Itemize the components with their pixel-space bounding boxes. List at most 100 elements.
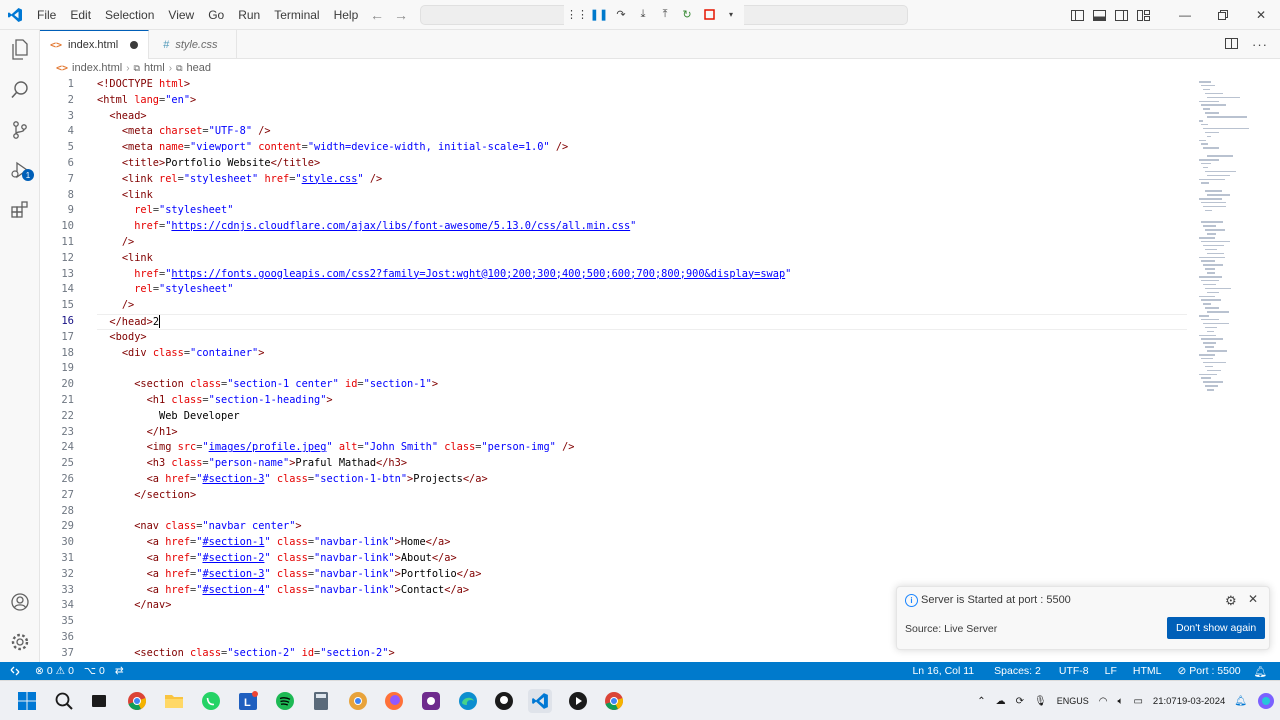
clock[interactable]: 21:07 19-03-2024 — [1148, 695, 1229, 708]
explorer-icon[interactable] — [0, 30, 40, 70]
input-language[interactable]: ENG US — [1052, 696, 1094, 707]
notifications-bell-icon[interactable]: 🔔︎ — [1249, 665, 1272, 678]
live-server-port[interactable]: ⊘ Port : 5500 — [1169, 665, 1248, 677]
code-editor[interactable]: 1 2 3 4 5 6 7 8 9 10 11 12 13 14 15 16 17 18 19 20 21 22 23 24 2… — [40, 77, 1280, 662]
search-icon[interactable] — [52, 689, 76, 713]
step-over-icon[interactable]: ↷ — [612, 5, 630, 23]
line-number: 16 — [61, 314, 74, 327]
restore-icon[interactable] — [1204, 0, 1242, 30]
battery-icon[interactable]: ▭ — [1128, 696, 1147, 707]
chevron-down-icon[interactable]: ▾ — [722, 5, 740, 23]
spotify-icon[interactable] — [273, 689, 297, 713]
notification-center-icon[interactable]: 🔔︎ — [1229, 696, 1252, 707]
edge-icon[interactable] — [456, 689, 480, 713]
menu-go[interactable]: Go — [201, 0, 231, 30]
split-editor-icon[interactable] — [1225, 37, 1238, 52]
chrome-icon[interactable] — [125, 689, 149, 713]
code-content[interactable]: <!DOCTYPE html> <html lang="en"> <head> … — [97, 77, 1197, 661]
copilot-icon[interactable] — [1252, 692, 1280, 710]
task-view-icon[interactable] — [87, 689, 111, 713]
breadcrumb-html[interactable]: html — [144, 62, 165, 74]
wifi-icon[interactable]: ◠ — [1094, 696, 1113, 707]
whatsapp-icon[interactable] — [199, 689, 223, 713]
minimap-line — [1201, 260, 1216, 262]
drag-handle-icon[interactable]: ⋮⋮ — [566, 5, 588, 23]
menu-help[interactable]: Help — [327, 0, 366, 30]
text-cursor — [159, 315, 161, 329]
back-arrow-icon[interactable]: ← — [370, 7, 384, 23]
minimap-line — [1207, 135, 1211, 138]
css-file-icon: # — [163, 38, 170, 51]
breadcrumb-file[interactable]: index.html — [72, 62, 122, 74]
ports-indicator[interactable]: ⌥ 0 — [79, 665, 110, 677]
more-actions-icon[interactable]: ··· — [1252, 37, 1268, 52]
search-icon[interactable] — [0, 70, 40, 110]
dont-show-again-button[interactable]: Don't show again — [1167, 617, 1266, 639]
close-icon[interactable]: ✕ — [1248, 592, 1258, 606]
notification-gear-icon[interactable]: ⚙ — [1225, 593, 1237, 609]
accounts-icon[interactable] — [0, 582, 40, 622]
minimap-line — [1205, 112, 1220, 114]
calculator-icon[interactable] — [309, 689, 333, 713]
media-player-icon[interactable] — [566, 689, 590, 713]
github-icon[interactable] — [492, 689, 516, 713]
menu-view[interactable]: View — [161, 0, 201, 30]
menu-edit[interactable]: Edit — [63, 0, 98, 30]
vscode-taskbar-icon[interactable] — [528, 689, 552, 713]
notification-source: Source: Live Server — [905, 623, 998, 635]
tab-style-css[interactable]: # style.css — [149, 30, 237, 59]
end-of-line[interactable]: LF — [1097, 665, 1125, 677]
menu-selection[interactable]: Selection — [98, 0, 161, 30]
cloud-icon[interactable]: ☁ — [991, 696, 1011, 707]
minimize-icon[interactable]: — — [1166, 0, 1204, 30]
customize-layout-icon[interactable] — [1132, 0, 1154, 30]
chevron-up-icon[interactable]: ⌃ — [972, 696, 990, 707]
code-line: <img src="images/profile.jpeg" alt="John… — [146, 441, 575, 454]
minimap-line — [1205, 92, 1224, 95]
stop-icon[interactable] — [700, 5, 718, 23]
tab-index-html[interactable]: <> index.html — [40, 30, 150, 59]
remote-indicator-icon[interactable] — [0, 662, 30, 680]
step-out-icon[interactable]: ⤒ — [656, 5, 674, 23]
pause-icon[interactable]: ❚❚ — [590, 5, 608, 23]
menu-run[interactable]: Run — [231, 0, 267, 30]
source-control-icon[interactable] — [0, 110, 40, 150]
unsaved-dot-icon[interactable] — [130, 41, 139, 49]
vertical-scrollbar[interactable] — [1270, 77, 1280, 662]
settings-gear-icon[interactable] — [0, 622, 40, 662]
media-app-icon[interactable] — [419, 689, 443, 713]
toggle-sidebar-icon[interactable] — [1066, 0, 1088, 30]
problems-indicator[interactable]: ⊗ 0 ⚠ 0 — [30, 665, 79, 677]
toggle-secondary-sidebar-icon[interactable] — [1110, 0, 1132, 30]
toggle-panel-icon[interactable] — [1088, 0, 1110, 30]
microphone-icon[interactable]: 🎙︎ — [1029, 696, 1052, 707]
restart-icon[interactable]: ↻ — [678, 5, 696, 23]
minimap[interactable] — [1195, 77, 1270, 397]
minimap-line — [1201, 221, 1224, 223]
file-explorer-icon[interactable] — [162, 689, 186, 713]
system-tray: ⌃ ☁ ⟳ 🎙︎ ENG US ◠ 🔈︎ ▭ 21:07 19-03-2024 … — [972, 681, 1280, 720]
lync-app-icon[interactable]: L — [236, 689, 260, 713]
cursor-position[interactable]: Ln 16, Col 11 — [902, 665, 984, 677]
windows-start-icon[interactable] — [15, 689, 39, 713]
chrome-profile-icon[interactable] — [602, 689, 626, 713]
extensions-icon[interactable] — [0, 190, 40, 230]
volume-icon[interactable]: 🔈︎ — [1112, 696, 1128, 707]
menu-terminal[interactable]: Terminal — [267, 0, 326, 30]
indentation[interactable]: Spaces: 2 — [984, 665, 1051, 677]
firefox-icon[interactable] — [382, 689, 406, 713]
forward-arrow-icon[interactable]: → — [394, 7, 408, 23]
language-mode[interactable]: HTML — [1125, 665, 1170, 677]
encoding[interactable]: UTF-8 — [1051, 665, 1097, 677]
minimap-line — [1203, 225, 1216, 227]
breadcrumb-head[interactable]: head — [187, 62, 211, 74]
chrome-canary-icon[interactable] — [346, 689, 370, 713]
sync-icon[interactable]: ⟳ — [1011, 696, 1029, 707]
run-debug-icon[interactable]: 1 — [0, 150, 40, 190]
close-window-icon[interactable]: ✕ — [1242, 0, 1280, 30]
code-line: <h3 class="person-name">Praful Mathad</h… — [146, 457, 408, 470]
step-into-icon[interactable]: ⤓ — [634, 5, 652, 23]
menu-file[interactable]: File — [30, 0, 63, 30]
live-share-icon[interactable]: ⇄ — [110, 665, 129, 677]
